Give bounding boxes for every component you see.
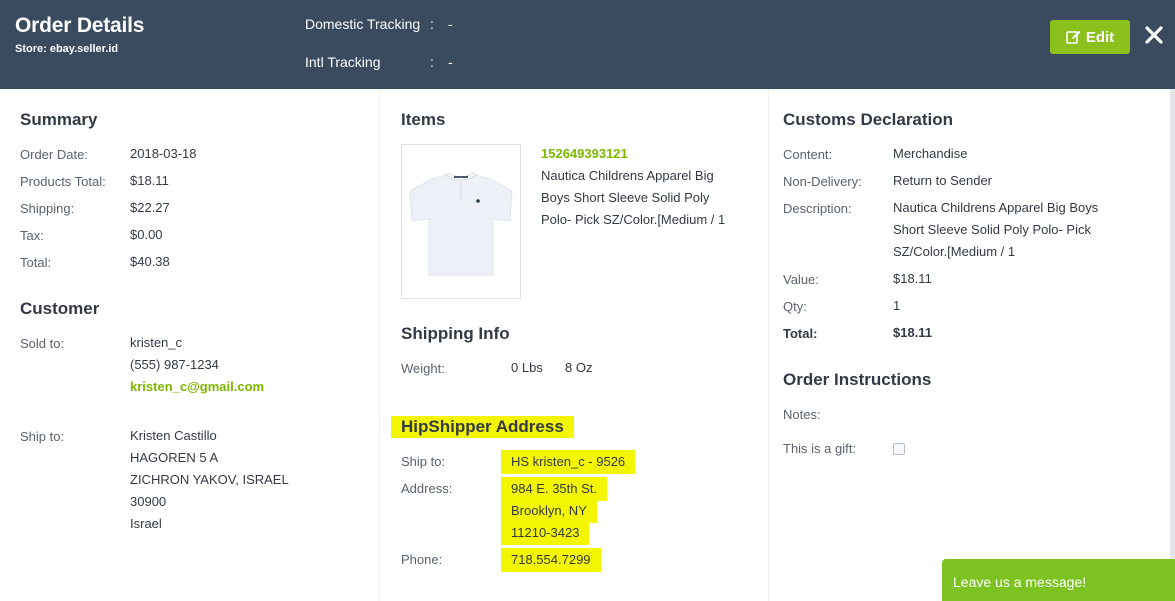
description-line-2: Short Sleeve Solid Poly Polo- Pick: [893, 222, 1091, 237]
header-bar: Order Details Store: ebay.seller.id Dome…: [0, 0, 1175, 89]
weight-oz: 8 Oz: [565, 360, 593, 375]
order-date-label: Order Date:: [20, 147, 88, 162]
tax-label: Tax:: [20, 228, 44, 243]
colon: :: [430, 16, 434, 32]
ship-to-postal-code: 30900: [130, 494, 167, 509]
intl-tracking-label: Intl Tracking: [305, 54, 381, 70]
intl-tracking: Intl Tracking: -: [305, 54, 453, 70]
item-thumbnail[interactable]: [401, 144, 521, 299]
ship-to-street: HAGOREN 5 A: [130, 450, 219, 465]
scrollbar[interactable]: [1170, 89, 1175, 601]
shipping-info-title: Shipping Info: [401, 324, 510, 343]
hs-ship-to-value: HS kristen_c - 9526: [501, 450, 636, 474]
sold-to-phone: (555) 987-1234: [130, 357, 219, 372]
ship-to-country: Israel: [130, 516, 162, 531]
close-icon[interactable]: [1144, 24, 1164, 46]
summary-title: Summary: [20, 110, 98, 129]
tax-value: $0.00: [130, 227, 163, 242]
edit-icon: [1066, 30, 1081, 44]
description-line-3: SZ/Color.[Medium / 1: [893, 244, 1016, 259]
order-instructions-title: Order Instructions: [783, 370, 932, 389]
ship-to-label: Ship to:: [20, 429, 65, 444]
content-label: Content:: [783, 147, 833, 162]
customs-total-label: Total:: [783, 326, 818, 341]
item-description-line-1: Nautica Childrens Apparel Big: [541, 168, 714, 183]
sold-to-label: Sold to:: [20, 336, 65, 351]
sold-to-username: kristen_c: [130, 335, 183, 350]
description-line-1: Nautica Childrens Apparel Big Boys: [893, 200, 1099, 215]
customer-title: Customer: [20, 299, 100, 318]
order-date-value: 2018-03-18: [130, 146, 197, 161]
left-column: Summary Order Date: 2018-03-18 Products …: [0, 89, 380, 601]
qty-label: Qty:: [783, 299, 807, 314]
products-total-value: $18.11: [130, 173, 169, 188]
leave-message-button[interactable]: Leave us a message!: [942, 559, 1175, 601]
total-label: Total:: [20, 255, 52, 270]
weight-lbs: 0 Lbs: [511, 360, 543, 375]
item-description-line-3: Polo- Pick SZ/Color.[Medium / 1: [541, 212, 726, 227]
non-delivery-value: Return to Sender: [893, 173, 993, 188]
hs-address-label: Address:: [401, 481, 453, 496]
right-column: Customs Declaration Content: Merchandise…: [770, 89, 1170, 601]
qty-value: 1: [893, 298, 901, 313]
value-label: Value:: [783, 272, 819, 287]
shipping-label: Shipping:: [20, 201, 75, 216]
description-label: Description:: [783, 201, 852, 216]
hs-phone-value: 718.554.7299: [501, 548, 601, 572]
item-id-link[interactable]: 152649393121: [541, 143, 628, 165]
hs-address-line-3: 11210-3423: [501, 521, 590, 545]
gift-checkbox[interactable]: [893, 443, 905, 455]
item-description-line-2: Boys Short Sleeve Solid Poly: [541, 190, 710, 205]
hipshipper-address-title: HipShipper Address: [391, 416, 574, 438]
items-title: Items: [401, 110, 446, 129]
hs-address-line-2: Brooklyn, NY: [501, 499, 597, 523]
hs-ship-to-label: Ship to:: [401, 454, 446, 469]
ship-to-name: Kristen Castillo: [130, 428, 217, 443]
hs-phone-label: Phone:: [401, 552, 443, 567]
sold-to-email-link[interactable]: kristen_c@gmail.com: [130, 376, 264, 398]
edit-button[interactable]: Edit: [1050, 20, 1130, 54]
middle-column: Items 152649393121 Nautica Childrens App…: [381, 89, 769, 601]
ship-to-city: ZICHRON YAKOV, ISRAEL: [130, 472, 289, 487]
shipping-value: $22.27: [130, 200, 170, 215]
customs-total-value: $18.11: [893, 325, 933, 340]
domestic-tracking-value: -: [448, 16, 453, 32]
products-total-label: Products Total:: [20, 174, 106, 189]
store-line: Store: ebay.seller.id: [15, 43, 118, 55]
polo-shirt-image: [409, 172, 513, 276]
domestic-tracking-label: Domestic Tracking: [305, 16, 421, 32]
hs-address-line-1: 984 E. 35th St.: [501, 477, 608, 501]
page-title: Order Details: [15, 14, 145, 37]
colon: :: [430, 54, 434, 70]
gift-label: This is a gift:: [783, 441, 856, 456]
store-value: ebay.seller.id: [49, 43, 119, 55]
weight-label: Weight:: [401, 361, 445, 376]
notes-label: Notes:: [783, 407, 821, 422]
non-delivery-label: Non-Delivery:: [783, 174, 862, 189]
store-label: Store:: [15, 43, 47, 55]
total-value: $40.38: [130, 254, 170, 269]
content-value: Merchandise: [893, 146, 968, 161]
edit-button-label: Edit: [1085, 28, 1115, 46]
intl-tracking-value: -: [448, 54, 453, 70]
value-value: $18.11: [893, 271, 932, 286]
domestic-tracking: Domestic Tracking: -: [305, 16, 453, 32]
customs-declaration-title: Customs Declaration: [783, 110, 954, 129]
